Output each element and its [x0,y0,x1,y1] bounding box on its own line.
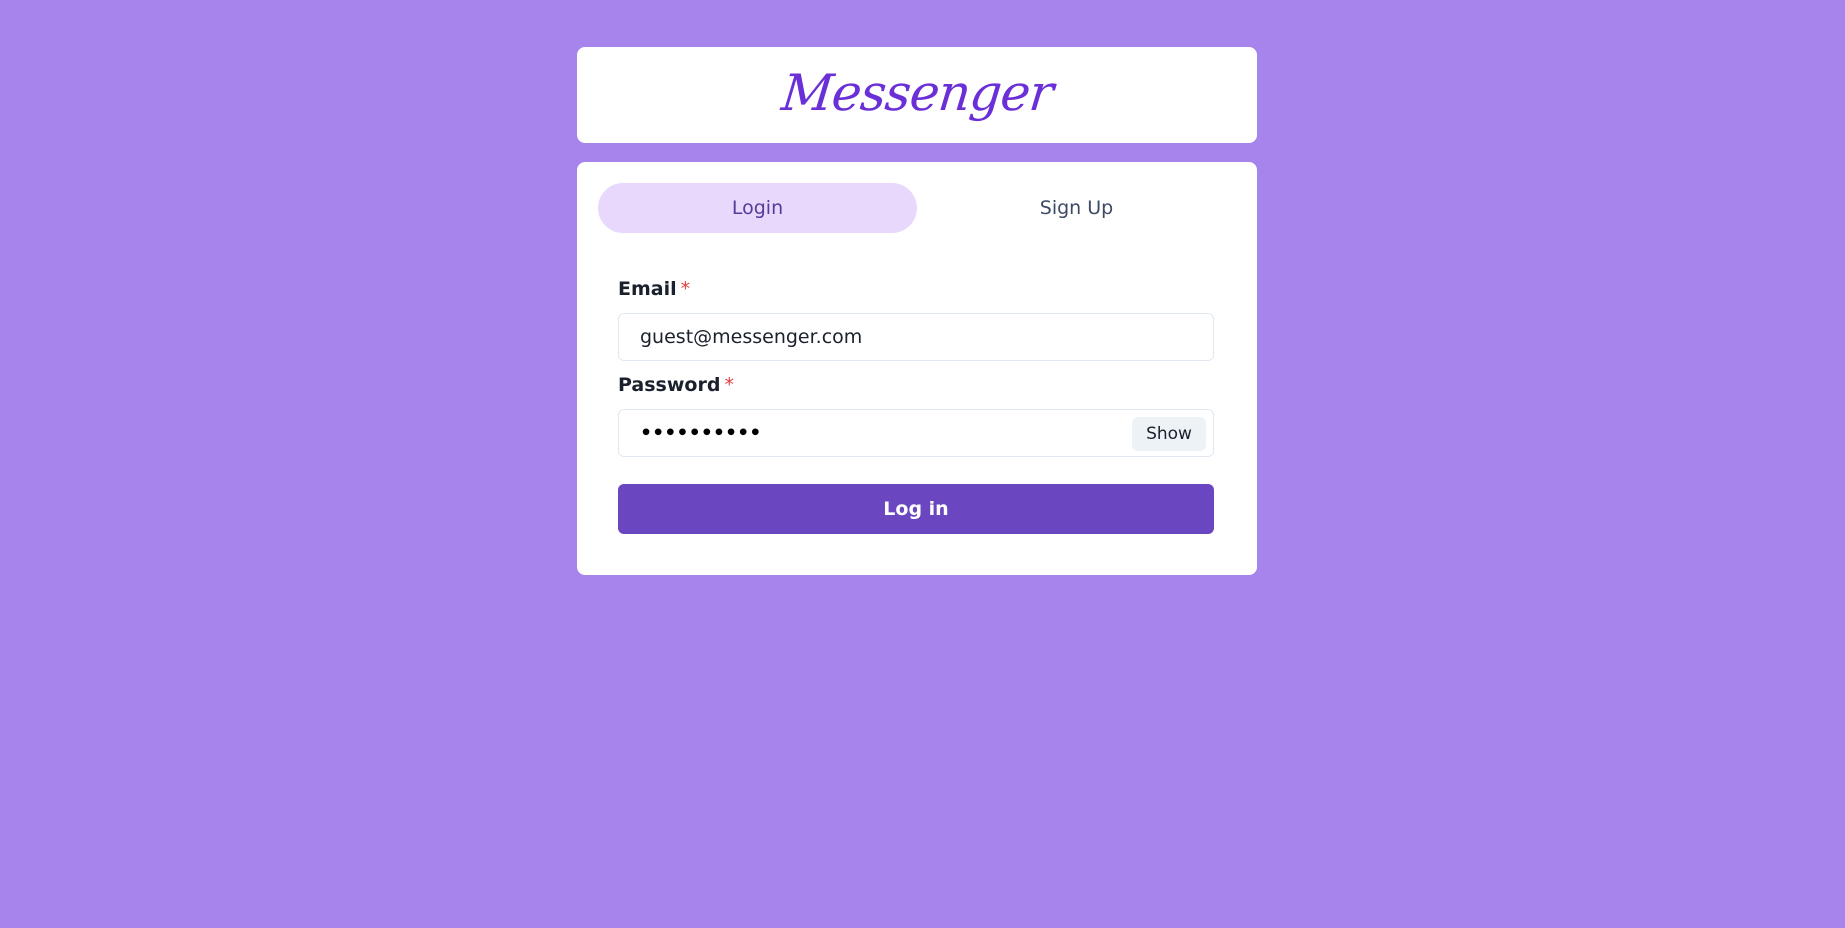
header-card: Messenger [577,47,1257,143]
tab-sign-up[interactable]: Sign Up [917,183,1236,233]
email-field[interactable]: guest@messenger.com [618,313,1214,361]
email-value: guest@messenger.com [640,326,863,348]
password-label: Password * [618,374,734,396]
password-field[interactable]: •••••••••• Show [618,409,1214,457]
password-value: •••••••••• [640,422,762,444]
tab-login[interactable]: Login [598,183,917,233]
email-label: Email * [618,278,690,300]
email-label-text: Email [618,278,677,300]
password-required-mark: * [724,374,734,396]
email-required-mark: * [680,278,691,300]
show-password-button[interactable]: Show [1132,417,1206,451]
auth-tabs: Login Sign Up [598,183,1236,233]
auth-card: Login Sign Up Email * guest@messenger.com… [577,162,1257,575]
password-label-text: Password [618,374,721,396]
app-logo: Messenger [778,64,1056,122]
login-button[interactable]: Log in [618,484,1214,534]
